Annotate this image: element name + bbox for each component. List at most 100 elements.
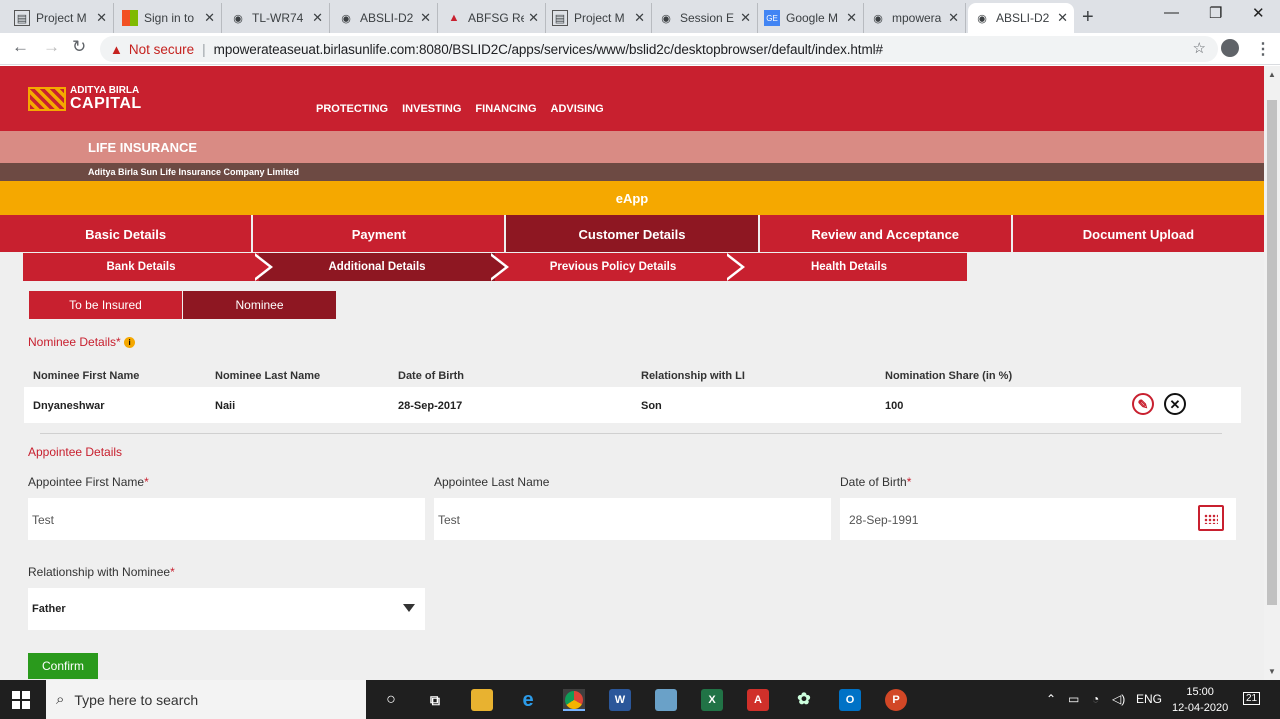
edit-icon[interactable]: ✎ xyxy=(1132,393,1154,415)
close-icon[interactable]: ✕ xyxy=(96,10,107,26)
bookmark-star-icon[interactable]: ☆ xyxy=(1193,39,1206,57)
tab-to-be-insured[interactable]: To be Insured xyxy=(29,291,182,319)
step-document-upload[interactable]: Document Upload xyxy=(1012,215,1264,252)
step-review-acceptance[interactable]: Review and Acceptance xyxy=(759,215,1011,252)
step-customer-details[interactable]: Customer Details xyxy=(506,215,758,252)
word-icon[interactable]: W xyxy=(609,689,631,711)
relationship-select[interactable]: Father xyxy=(28,588,425,630)
powerpoint-icon[interactable]: P xyxy=(885,689,907,711)
nav-advising[interactable]: ADVISING xyxy=(551,103,604,115)
battery-icon[interactable]: ▭ xyxy=(1068,692,1079,706)
browser-tab[interactable]: ▲ ABFSG Re ✕ xyxy=(440,3,546,33)
warning-icon: ▲ xyxy=(110,41,123,57)
scrollbar[interactable]: ▲ ▼ xyxy=(1264,66,1280,680)
nav-investing[interactable]: INVESTING xyxy=(402,103,461,115)
required-mark: * xyxy=(144,475,149,489)
file-explorer-icon[interactable] xyxy=(471,689,493,711)
substep-bank-details[interactable]: Bank Details xyxy=(23,253,273,281)
app-icon[interactable] xyxy=(655,689,677,711)
cell-last-name: Naii xyxy=(215,400,236,412)
forward-icon[interactable]: → xyxy=(43,37,60,57)
scrollbar-thumb[interactable] xyxy=(1267,100,1277,605)
browser-tab[interactable]: ◉ TL-WR74 ✕ xyxy=(224,3,330,33)
substep-additional-details[interactable]: Additional Details xyxy=(259,253,509,281)
browser-tab[interactable]: ◉ mpowera ✕ xyxy=(864,3,966,33)
step-tabs: Basic Details Payment Customer Details R… xyxy=(0,215,1264,252)
cell-dob: 28-Sep-2017 xyxy=(398,400,463,412)
browser-tab[interactable]: GE Google M ✕ xyxy=(758,3,864,33)
globe-icon: ◉ xyxy=(977,12,987,25)
close-icon[interactable]: ✕ xyxy=(740,10,751,26)
taskbar-search[interactable]: ⌕ Type here to search xyxy=(46,680,366,719)
globe-icon: ◉ xyxy=(661,12,671,25)
excel-icon[interactable]: X xyxy=(701,689,723,711)
close-icon[interactable]: ✕ xyxy=(846,10,857,26)
address-bar-row: ← → ↻ ▲ Not secure | mpowerateaseuat.bir… xyxy=(0,33,1280,65)
clock[interactable]: 15:00 12-04-2020 xyxy=(1172,684,1228,716)
wifi-icon[interactable]: ◔ xyxy=(1092,692,1099,706)
new-tab-icon[interactable]: + xyxy=(1082,6,1094,29)
nav-financing[interactable]: FINANCING xyxy=(475,103,536,115)
chevron-right-icon xyxy=(251,253,273,281)
close-icon[interactable]: ✕ xyxy=(1057,10,1068,26)
browser-tab[interactable]: ▤ Project M ✕ xyxy=(546,3,652,33)
appointee-dob-field[interactable]: 28-Sep-1991 xyxy=(840,498,1236,540)
close-icon[interactable]: ✕ xyxy=(312,10,323,26)
chrome-icon[interactable] xyxy=(563,689,585,711)
restore-icon[interactable]: ❐ xyxy=(1209,4,1222,22)
menu-dots-icon[interactable]: ⋮ xyxy=(1255,39,1271,59)
cell-share: 100 xyxy=(885,400,904,412)
tray-chevron-icon[interactable]: ⌃ xyxy=(1046,692,1056,706)
browser-tab[interactable]: Sign in to ✕ xyxy=(116,3,222,33)
scroll-up-icon[interactable]: ▲ xyxy=(1268,70,1276,79)
close-icon[interactable]: ✕ xyxy=(528,10,539,26)
profile-icon[interactable] xyxy=(1221,39,1239,57)
reload-icon[interactable]: ↻ xyxy=(72,37,86,57)
scroll-down-icon[interactable]: ▼ xyxy=(1268,667,1276,676)
browser-tab[interactable]: ◉ Session E ✕ xyxy=(652,3,758,33)
language-indicator[interactable]: ENG xyxy=(1136,692,1162,706)
appointee-last-name-field[interactable]: Test xyxy=(434,498,831,540)
edge-icon[interactable]: e xyxy=(517,689,539,711)
required-mark: * xyxy=(116,335,121,349)
minimize-icon[interactable]: — xyxy=(1164,4,1179,21)
task-view-icon[interactable]: ⧉ xyxy=(424,689,446,711)
substep-health-details[interactable]: Health Details xyxy=(731,253,967,281)
back-icon[interactable]: ← xyxy=(12,37,29,57)
browser-tab[interactable]: ▤ Project M ✕ xyxy=(8,3,114,33)
confirm-button[interactable]: Confirm xyxy=(28,653,98,679)
notification-center-icon[interactable]: 21 xyxy=(1243,692,1261,705)
nav-protecting[interactable]: PROTECTING xyxy=(316,103,388,115)
paint-icon[interactable]: ✿ xyxy=(793,689,815,711)
close-icon[interactable]: ✕ xyxy=(204,10,215,26)
calendar-icon[interactable] xyxy=(1198,505,1224,531)
close-icon[interactable]: ✕ xyxy=(634,10,645,26)
url-field[interactable]: ▲ Not secure | mpowerateaseuat.birlasunl… xyxy=(100,36,1218,62)
volume-icon[interactable]: ◁) xyxy=(1112,692,1125,706)
main-nav: PROTECTING INVESTING FINANCING ADVISING xyxy=(316,103,604,115)
appointee-first-name-field[interactable]: Test xyxy=(28,498,425,540)
tab-nominee[interactable]: Nominee xyxy=(183,291,336,319)
label-text: Date of Birth xyxy=(840,475,907,489)
page-content: ADITYA BIRLA CAPITAL PROTECTING INVESTIN… xyxy=(0,66,1264,680)
step-payment[interactable]: Payment xyxy=(253,215,505,252)
nominee-table-header: Nominee First Name Nominee Last Name Dat… xyxy=(24,363,1241,387)
outlook-icon[interactable]: O xyxy=(839,689,861,711)
browser-tab[interactable]: ◉ ABSLI-D2 ✕ xyxy=(332,3,438,33)
delete-icon[interactable]: ✕ xyxy=(1164,393,1186,415)
cortana-icon[interactable]: ○ xyxy=(380,689,402,711)
substep-previous-policy[interactable]: Previous Policy Details xyxy=(495,253,745,281)
close-icon[interactable]: ✕ xyxy=(420,10,431,26)
info-icon[interactable]: i xyxy=(124,337,136,348)
browser-tab-active[interactable]: ◉ ABSLI-D2 ✕ xyxy=(968,3,1074,33)
step-basic-details[interactable]: Basic Details xyxy=(0,215,252,252)
nominee-title-text: Nominee Details xyxy=(28,335,117,349)
brand-logo[interactable]: ADITYA BIRLA CAPITAL xyxy=(28,86,142,112)
windows-start-icon[interactable] xyxy=(12,691,30,709)
acrobat-icon[interactable]: A xyxy=(747,689,769,711)
globe-icon: ◉ xyxy=(873,12,883,25)
globe-icon: ◉ xyxy=(233,12,243,25)
window-close-icon[interactable]: ✕ xyxy=(1252,4,1265,22)
col-dob: Date of Birth xyxy=(398,370,464,382)
close-icon[interactable]: ✕ xyxy=(948,10,959,26)
